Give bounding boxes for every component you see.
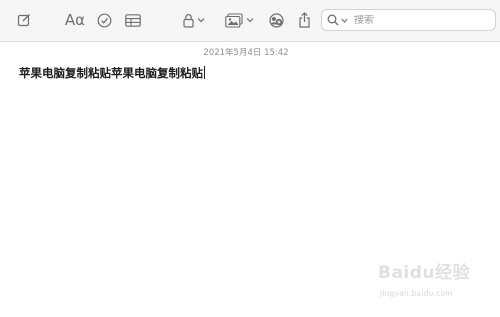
search-input[interactable] bbox=[354, 14, 474, 26]
text-caret bbox=[204, 66, 205, 79]
lock-button[interactable] bbox=[180, 8, 208, 32]
note-body[interactable]: 苹果电脑复制粘贴苹果电脑复制粘贴 bbox=[19, 65, 205, 81]
share-button[interactable] bbox=[295, 8, 313, 32]
format-label: Aα bbox=[64, 11, 86, 29]
format-button[interactable]: Aα bbox=[64, 8, 86, 32]
lock-icon bbox=[183, 13, 194, 28]
search-field[interactable] bbox=[321, 9, 496, 31]
checklist-icon bbox=[97, 13, 111, 27]
collaborate-icon bbox=[268, 12, 284, 28]
baidu-jingyan-logo: Baidu经验 bbox=[378, 263, 471, 283]
chevron-down-icon bbox=[197, 18, 205, 23]
note-body-text: 苹果电脑复制粘贴苹果电脑复制粘贴 bbox=[19, 66, 203, 80]
table-icon bbox=[125, 13, 141, 27]
search-icon bbox=[327, 14, 339, 26]
watermark: Baidu经验 jingyan.baidu.com bbox=[378, 258, 490, 308]
table-button[interactable] bbox=[123, 8, 143, 32]
collaborate-button[interactable] bbox=[266, 8, 286, 32]
chevron-down-icon[interactable] bbox=[341, 18, 348, 23]
checklist-button[interactable] bbox=[95, 8, 113, 32]
media-icon bbox=[224, 12, 243, 28]
compose-icon bbox=[17, 14, 30, 27]
watermark-url: jingyan.baidu.com bbox=[380, 289, 453, 298]
media-button[interactable] bbox=[222, 8, 256, 32]
share-icon bbox=[298, 12, 310, 28]
note-timestamp: 2021年5月4日 15:42 bbox=[203, 48, 289, 58]
chevron-down-icon bbox=[246, 18, 253, 23]
toolbar: Aα bbox=[0, 0, 500, 42]
compose-button[interactable] bbox=[15, 8, 33, 32]
